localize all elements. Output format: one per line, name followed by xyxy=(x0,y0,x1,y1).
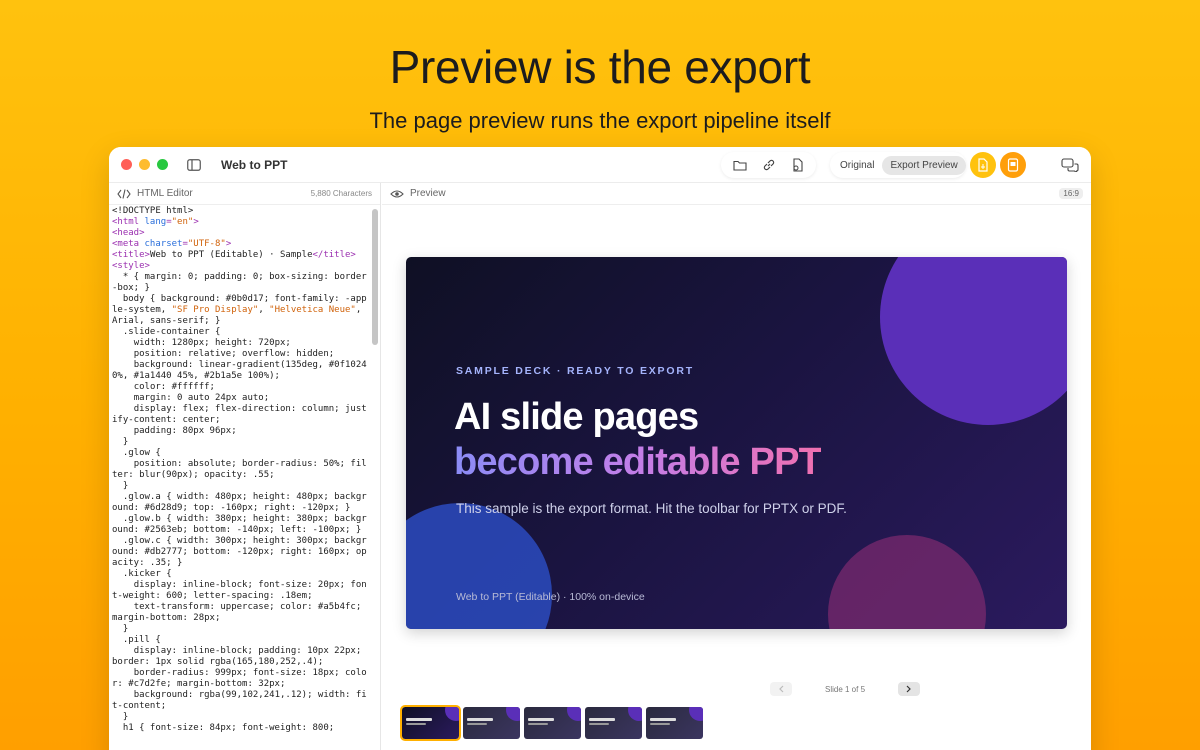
slide-title-line2: become editable PPT xyxy=(454,441,822,483)
slide-thumbnail[interactable] xyxy=(585,707,642,739)
preview-header: Preview 16:9 xyxy=(382,183,1091,205)
export-pdf-icon xyxy=(1007,158,1019,172)
document-button[interactable] xyxy=(788,155,808,175)
link-icon xyxy=(763,159,774,171)
chat-button[interactable] xyxy=(1057,152,1083,178)
hero-title: Preview is the export xyxy=(389,41,811,93)
minimize-window-button[interactable] xyxy=(139,159,150,170)
title-bar: Web to PPT Original Export Preview xyxy=(109,147,1091,183)
aspect-ratio-badge[interactable]: 16:9 xyxy=(1059,188,1083,199)
app-window: Web to PPT Original Export Preview HTML … xyxy=(109,147,1091,750)
slide-pager: Slide 1 of 5 xyxy=(770,681,920,697)
chevron-right-icon xyxy=(906,685,911,693)
slide-footer: Web to PPT (Editable) · 100% on-device xyxy=(456,591,645,603)
eye-icon xyxy=(390,189,404,198)
open-folder-button[interactable] xyxy=(730,155,750,175)
editor-label: HTML Editor xyxy=(137,188,193,199)
slide-subtitle: This sample is the export format. Hit th… xyxy=(456,501,847,516)
next-slide-button[interactable] xyxy=(898,682,920,696)
slide-glow-blue xyxy=(406,503,552,629)
slide-glow-pink xyxy=(828,535,986,629)
code-editor[interactable]: <!DOCTYPE html> <html lang="en"> <head> <me… xyxy=(112,206,370,734)
chevron-left-icon xyxy=(779,685,784,693)
window-title: Web to PPT xyxy=(221,158,288,172)
html-editor-panel: HTML Editor 5,880 Characters <!DOCTYPE h… xyxy=(109,183,381,750)
folder-icon xyxy=(732,160,747,171)
slide-thumbnails xyxy=(400,705,703,741)
export-pdf-button[interactable] xyxy=(1000,152,1026,178)
editor-header: HTML Editor 5,880 Characters xyxy=(109,183,380,205)
code-icon xyxy=(117,188,131,199)
preview-label: Preview xyxy=(410,188,446,199)
hero-subtitle: The page preview runs the export pipelin… xyxy=(369,108,831,133)
editor-scrollbar[interactable] xyxy=(372,209,378,345)
slide-kicker: SAMPLE DECK · READY TO EXPORT xyxy=(456,365,694,377)
sidebar-icon xyxy=(187,159,201,171)
close-window-button[interactable] xyxy=(121,159,132,170)
previous-slide-button[interactable] xyxy=(770,682,792,696)
view-mode-segmented-control: Original Export Preview xyxy=(830,152,966,178)
slide-thumbnail[interactable] xyxy=(524,707,581,739)
preview-panel: Preview 16:9 SAMPLE DECK · READY TO EXPO… xyxy=(382,183,1091,750)
slide-thumbnail[interactable] xyxy=(463,707,520,739)
slide-thumbnail[interactable] xyxy=(400,705,461,741)
slide-preview: SAMPLE DECK · READY TO EXPORT AI slide p… xyxy=(406,257,1067,629)
slide-indicator: Slide 1 of 5 xyxy=(824,684,866,694)
character-count: 5,880 Characters xyxy=(310,189,372,198)
zoom-window-button[interactable] xyxy=(157,159,168,170)
export-pptx-icon xyxy=(978,158,988,172)
file-tool-group xyxy=(721,152,816,178)
link-button[interactable] xyxy=(759,155,779,175)
original-view-tab[interactable]: Original xyxy=(832,156,882,175)
slide-title-line1: AI slide pages xyxy=(454,396,699,438)
slide-glow-purple xyxy=(880,257,1067,425)
slide-thumbnail[interactable] xyxy=(646,707,703,739)
chat-bubbles-icon xyxy=(1061,158,1079,172)
export-preview-tab[interactable]: Export Preview xyxy=(882,155,966,175)
export-pptx-button[interactable] xyxy=(970,152,996,178)
document-icon xyxy=(792,158,803,172)
sidebar-toggle-button[interactable] xyxy=(182,153,206,177)
